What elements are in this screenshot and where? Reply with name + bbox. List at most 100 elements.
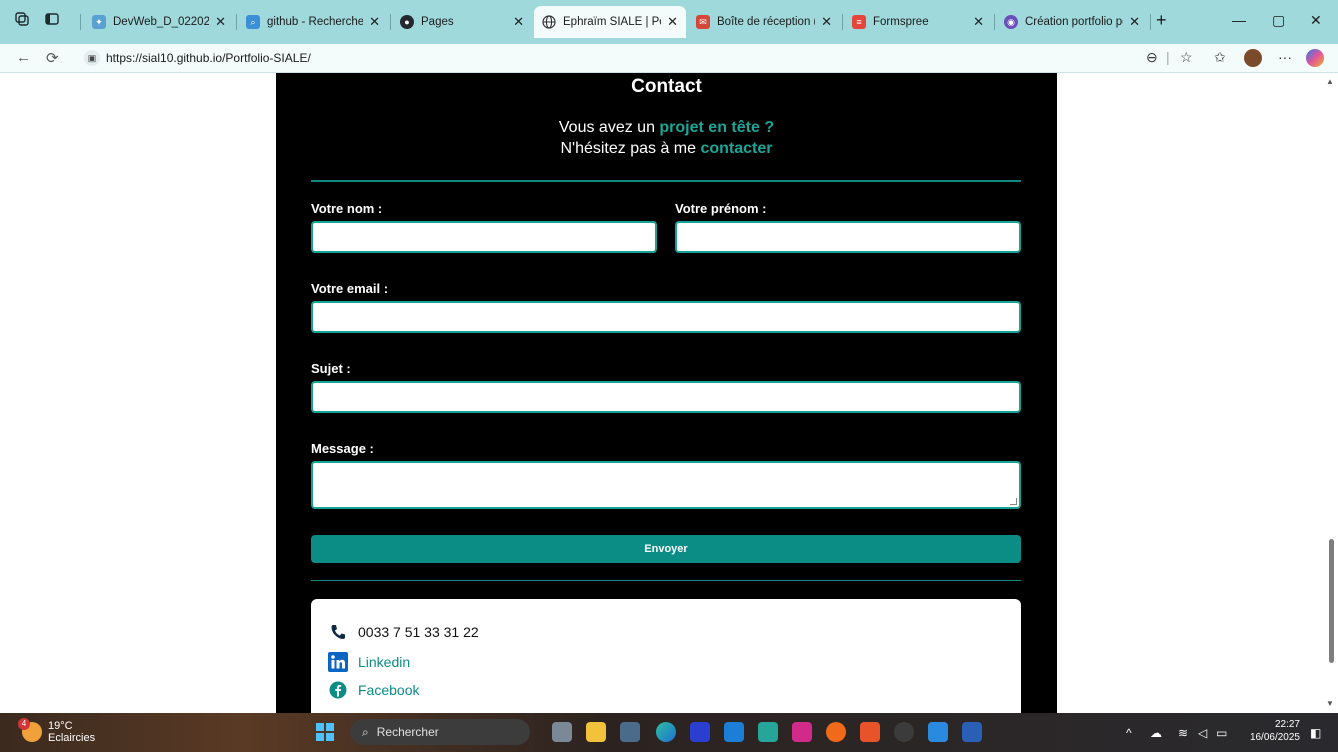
copilot-icon[interactable] — [1306, 49, 1324, 67]
prenom-label: Votre prénom : — [675, 201, 767, 216]
close-icon[interactable]: ✕ — [667, 14, 678, 30]
minimize-button[interactable]: — — [1232, 12, 1246, 28]
email-label: Votre email : — [311, 281, 389, 296]
favorites-icon[interactable]: ✩ — [1214, 49, 1226, 66]
tab-actions-icon[interactable] — [44, 11, 60, 27]
facebook-link[interactable]: Facebook — [328, 680, 419, 700]
close-icon[interactable]: ✕ — [513, 14, 524, 30]
message-label: Message : — [311, 441, 374, 456]
tab-portfolio[interactable]: Ephraïm SIALE | Portfo ✕ — [534, 6, 686, 38]
facebook-label: Facebook — [358, 682, 420, 698]
edge-icon[interactable] — [656, 722, 676, 742]
app-icon[interactable] — [758, 722, 778, 742]
close-icon[interactable]: ✕ — [1129, 14, 1140, 30]
close-icon[interactable]: ✕ — [973, 14, 984, 30]
close-window-button[interactable]: ✕ — [1310, 12, 1322, 29]
back-button[interactable]: ← — [16, 49, 31, 66]
tab-bar-left-controls — [14, 11, 60, 27]
page-viewport: Contact Vous avez un projet en tête ? N'… — [0, 73, 1338, 713]
tab-label: Ephraïm SIALE | Portfo — [563, 16, 661, 28]
system-clock[interactable]: 22:27 16/06/2025 — [1244, 718, 1300, 744]
maximize-button[interactable]: ▢ — [1272, 12, 1285, 29]
tab-devweb[interactable]: ✦ DevWeb_D_022025: P ✕ — [84, 8, 234, 36]
word-icon[interactable] — [962, 722, 982, 742]
avatar[interactable] — [1244, 49, 1262, 67]
show-hidden-icons[interactable]: ^ — [1126, 726, 1132, 740]
store-icon[interactable] — [620, 722, 640, 742]
scroll-up-icon[interactable]: ▲ — [1326, 77, 1334, 86]
github-icon[interactable] — [894, 722, 914, 742]
scrollbar-thumb[interactable] — [1329, 539, 1334, 663]
tab-separator — [1150, 14, 1151, 30]
wifi-icon[interactable]: ≋ — [1178, 726, 1188, 740]
onedrive-icon[interactable]: ☁ — [1150, 726, 1162, 740]
weather-widget[interactable]: 4 19°C Eclaircies — [18, 718, 95, 744]
close-icon[interactable]: ✕ — [821, 14, 832, 30]
search-icon: ⌕ — [362, 724, 369, 739]
firefox-icon[interactable] — [826, 722, 846, 742]
phone-row: 0033 7 51 33 31 22 — [328, 622, 479, 642]
battery-icon[interactable]: ▭ — [1216, 726, 1227, 740]
tab-github-search[interactable]: ⌕ github - Recherche ✕ — [238, 8, 388, 36]
tagline-text: N'hésitez pas à me — [560, 140, 701, 157]
email-input[interactable] — [311, 301, 1021, 333]
search-placeholder: Rechercher — [376, 725, 439, 739]
tab-label: Formspree — [873, 16, 929, 28]
linkedin-label: Linkedin — [358, 654, 411, 670]
tab-formspree[interactable]: ≡ Formspree ✕ — [844, 8, 992, 36]
close-icon[interactable]: ✕ — [215, 14, 226, 30]
site-info-icon[interactable]: ▣ — [84, 50, 100, 66]
app-icon[interactable] — [690, 722, 710, 742]
more-options-icon[interactable]: ··· — [1278, 49, 1292, 65]
task-view-icon[interactable] — [552, 722, 572, 742]
tab-mail[interactable]: ✉ Boîte de réception (3 ✕ — [688, 8, 840, 36]
tab-pages[interactable]: ● Pages ✕ — [392, 8, 532, 36]
new-tab-button[interactable]: + — [1156, 10, 1167, 31]
tagline-accent: contacter — [700, 140, 773, 157]
tab-label: DevWeb_D_022025: P — [113, 16, 210, 28]
file-explorer-icon[interactable] — [586, 722, 606, 742]
envoyer-button[interactable]: Envoyer — [311, 535, 1021, 563]
outlook-icon[interactable] — [724, 722, 744, 742]
tab-separator — [80, 14, 81, 30]
scroll-down-icon[interactable]: ▼ — [1326, 699, 1334, 708]
prenom-input[interactable] — [675, 221, 1021, 253]
tab-label: Création portfolio pe — [1025, 16, 1124, 28]
workspaces-icon[interactable] — [14, 11, 30, 27]
vscode-icon[interactable] — [928, 722, 948, 742]
tab-label: Pages — [421, 16, 454, 28]
linkedin-link[interactable]: Linkedin — [328, 652, 410, 672]
page-scrollbar[interactable]: ▲ ▼ — [1324, 73, 1338, 713]
sujet-input[interactable] — [311, 381, 1021, 413]
refresh-button[interactable]: ⟳ — [46, 49, 59, 67]
phone-number: 0033 7 51 33 31 22 — [358, 624, 479, 640]
app-icon[interactable] — [860, 722, 880, 742]
nom-input[interactable] — [311, 221, 657, 253]
resize-grip-icon[interactable] — [1010, 498, 1017, 505]
address-bar: ← ⟳ ▣ https://sial10.github.io/Portfolio… — [0, 44, 1338, 73]
volume-icon[interactable]: ◁ — [1198, 726, 1207, 740]
copilot-icon: ◉ — [1004, 15, 1018, 29]
tab-copilot[interactable]: ◉ Création portfolio pe ✕ — [996, 8, 1148, 36]
contact-section: Contact Vous avez un projet en tête ? N'… — [276, 73, 1057, 713]
tab-separator — [390, 14, 391, 30]
tab-label: Boîte de réception (3 — [717, 16, 816, 28]
tab-separator — [842, 14, 843, 30]
weather-text: 19°C Eclaircies — [48, 720, 95, 744]
url-text: https://sial10.github.io/Portfolio-SIALE… — [106, 51, 311, 65]
notifications-icon[interactable]: ◧ — [1310, 726, 1321, 740]
favorite-star-icon[interactable]: ☆ — [1180, 49, 1193, 66]
taskbar-search[interactable]: ⌕ Rechercher — [350, 719, 530, 745]
url-field[interactable]: ▣ https://sial10.github.io/Portfolio-SIA… — [78, 47, 1178, 69]
facebook-icon — [328, 680, 348, 700]
clock-date: 16/06/2025 — [1249, 732, 1300, 743]
start-button[interactable] — [316, 723, 334, 741]
app-icon[interactable] — [792, 722, 812, 742]
divider — [311, 180, 1021, 182]
close-icon[interactable]: ✕ — [369, 14, 380, 30]
windows-taskbar: 4 19°C Eclaircies ⌕ Rechercher ^ ☁ ≋ ◁ ▭… — [0, 713, 1338, 752]
reader-icon[interactable]: ⊖ — [1146, 49, 1158, 66]
message-textarea[interactable] — [311, 461, 1021, 509]
weather-condition: Eclaircies — [48, 732, 96, 744]
mail-icon: ✉ — [696, 15, 710, 29]
